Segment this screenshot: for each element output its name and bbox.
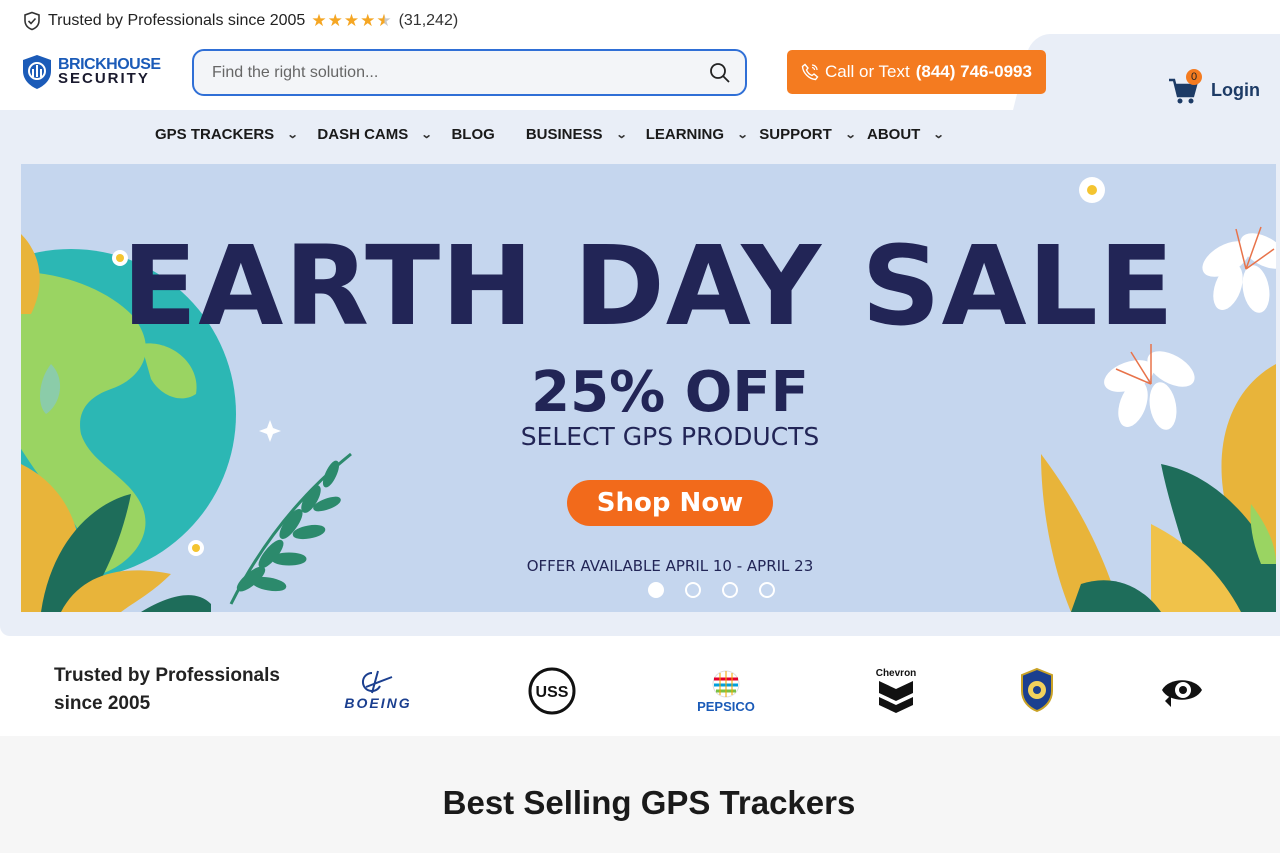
nav-item-dash-cams[interactable]: DASH CAMS ⌄	[317, 126, 451, 143]
carousel-dot-1[interactable]	[648, 582, 664, 598]
banner-discount: 25% OFF	[531, 360, 809, 425]
call-or-text-button[interactable]: Call or Text (844) 746-0993	[787, 50, 1046, 94]
star-icon: ★	[360, 11, 377, 30]
banner-title: EARTH DAY SALE	[122, 222, 1175, 350]
banner-offer-dates: OFFER AVAILABLE APRIL 10 - APRIL 23	[526, 557, 814, 575]
nav-item-learning[interactable]: LEARNING ⌄	[646, 126, 760, 143]
pepsico-globe-icon	[712, 670, 740, 697]
nav-item-blog[interactable]: BLOG	[451, 126, 494, 143]
chevron-down-icon: ⌄	[844, 128, 857, 141]
star-icon: ★	[343, 11, 361, 30]
login-link[interactable]: Login	[1211, 80, 1260, 101]
fern-graphic	[229, 452, 352, 605]
nav-label: BLOG	[451, 125, 495, 143]
nav-label: GPS TRACKERS	[155, 125, 275, 143]
cart-count-badge: 0	[1186, 69, 1202, 85]
chevron-wordmark: Chevron	[875, 667, 917, 679]
chevron-down-icon: ⌄	[736, 128, 749, 141]
shop-now-button[interactable]: Shop Now	[567, 480, 773, 526]
phone-number: (844) 746-0993	[915, 62, 1032, 81]
nav-item-support[interactable]: SUPPORT ⌄	[759, 126, 867, 143]
nav-label: SUPPORT	[759, 125, 832, 143]
eye-brand-icon	[1162, 680, 1202, 707]
nav-item-about[interactable]: ABOUT ⌄	[867, 126, 964, 143]
nav-label: BUSINESS	[525, 125, 603, 143]
phone-icon	[801, 63, 819, 81]
rating-stars[interactable]: ★★★★★	[311, 11, 392, 31]
chevron-chevrons-icon	[879, 680, 913, 713]
trust-text: Trusted by Professionals since 2005	[48, 12, 306, 29]
chevron-down-icon: ⌄	[932, 128, 945, 141]
search-bar[interactable]	[192, 49, 747, 96]
carousel-dots	[648, 582, 775, 598]
carousel-dot-4[interactable]	[759, 582, 775, 598]
nav-label: ABOUT	[867, 125, 921, 143]
brickhouse-logo[interactable]: BRICKHOUSE SECURITY	[22, 54, 161, 90]
carousel-dot-2[interactable]	[685, 582, 701, 598]
search-input[interactable]	[212, 63, 709, 82]
main-nav: GPS TRACKERS ⌄ DASH CAMS ⌄ BLOG BUSINESS ⌄ …	[155, 122, 964, 146]
us-steel-logo: USS	[526, 666, 578, 716]
chevron-down-icon: ⌄	[420, 128, 433, 141]
star-icon: ★	[311, 11, 328, 30]
chevron-down-icon: ⌄	[615, 128, 628, 141]
boeing-symbol-icon	[361, 670, 393, 694]
star-icon: ★	[327, 11, 344, 30]
uss-badge-icon: USS	[528, 667, 576, 715]
call-label: Call or Text	[825, 62, 910, 81]
trusted-heading: Trusted by Professionals since 2005	[54, 665, 280, 714]
review-count[interactable]: (31,242)	[399, 12, 459, 30]
boeing-wordmark: BOEING	[344, 695, 412, 711]
logo-line2: SECURITY	[58, 70, 150, 87]
pepsico-wordmark: PEPSICO	[697, 698, 755, 714]
search-icon[interactable]	[709, 62, 731, 84]
trust-bar: Trusted by Professionals since 2005 ★★★★…	[22, 9, 458, 33]
svg-text:USS: USS	[536, 684, 569, 701]
nypd-badge-icon	[1021, 667, 1053, 713]
nav-label: LEARNING	[645, 125, 725, 143]
banner-subtitle: SELECT GPS PRODUCTS	[520, 422, 820, 451]
pepsico-logo: PEPSICO	[688, 666, 764, 716]
nav-label: DASH CAMS	[317, 125, 409, 143]
chevron-down-icon: ⌄	[286, 128, 299, 141]
brickhouse-shield-icon	[23, 55, 51, 89]
eye-logo	[1158, 666, 1206, 714]
shield-check-icon	[24, 11, 40, 31]
nav-item-business[interactable]: BUSINESS ⌄	[526, 126, 646, 143]
boeing-logo: BOEING	[330, 665, 426, 715]
carousel-dot-3[interactable]	[722, 582, 738, 598]
nypd-logo	[1017, 666, 1057, 714]
nav-item-gps-trackers[interactable]: GPS TRACKERS ⌄	[155, 126, 317, 143]
hero-banner[interactable]: EARTH DAY SALE 25% OFF SELECT GPS PRODUC…	[21, 164, 1276, 612]
half-star-icon: ★	[376, 11, 393, 30]
best-selling-title: Best Selling GPS Trackers	[442, 784, 856, 821]
chevron-logo: Chevron	[874, 666, 918, 714]
